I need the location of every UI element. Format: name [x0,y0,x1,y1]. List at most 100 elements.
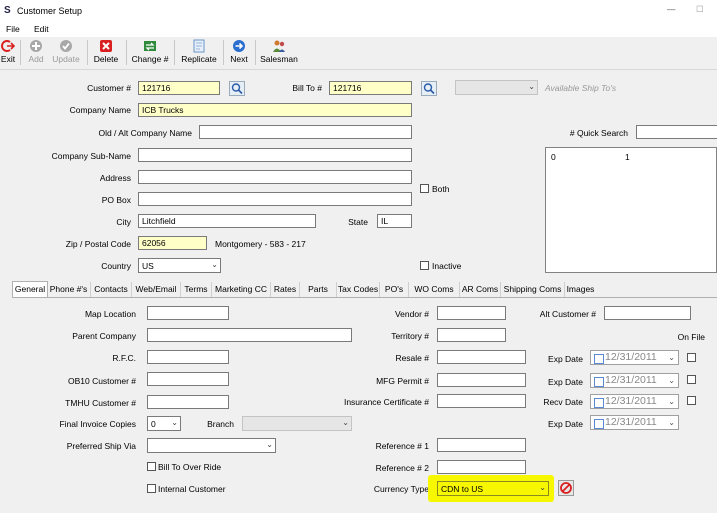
city-field[interactable]: Litchfield [138,214,316,228]
bill-to-field[interactable]: 121716 [329,81,412,95]
tab-wo-coms[interactable]: WO Coms [409,282,460,297]
branch-dropdown[interactable]: ⌄ [242,416,352,431]
date-checkbox[interactable] [594,377,604,387]
rfc-field[interactable] [147,350,229,364]
mfg-permit-field[interactable] [437,373,526,387]
tab-contacts[interactable]: Contacts [91,282,132,297]
tab-images[interactable]: Images [565,282,596,297]
company-sub-name-field[interactable] [138,148,412,162]
tab-marketing-cc[interactable]: Marketing CC [212,282,271,297]
mfg-permit-label: MFG Permit # [376,376,429,386]
tab-rates[interactable]: Rates [271,282,300,297]
tab-parts[interactable]: Parts [300,282,337,297]
exit-button[interactable]: Exit [0,37,16,68]
next-button[interactable]: Next [228,37,250,68]
reference-1-field[interactable] [437,438,526,452]
insurance-recv-date-label: Recv Date [543,397,583,407]
quick-search-field[interactable] [636,125,717,139]
mfg-exp-date-picker[interactable]: 12/31/2011 ⌄ [590,373,679,388]
tab-ar-coms[interactable]: AR Coms [460,282,501,297]
ob10-field[interactable] [147,372,229,386]
tab-tax-codes[interactable]: Tax Codes [337,282,380,297]
mfg-on-file-checkbox[interactable] [687,375,696,384]
resale-exp-date-picker[interactable]: 12/31/2011 ⌄ [590,350,679,365]
menu-edit[interactable]: Edit [34,24,49,34]
both-label: Both [432,184,450,194]
insurance-exp-date-picker[interactable]: 12/31/2011 ⌄ [590,415,679,430]
resale-field[interactable] [437,350,526,364]
reference-2-label: Reference # 2 [375,463,429,473]
chevron-down-icon: ⌄ [668,376,675,385]
resale-on-file-checkbox[interactable] [687,353,696,362]
change-number-button[interactable]: Change # [130,37,170,68]
chevron-down-icon: ⌄ [668,353,675,362]
inactive-label: Inactive [432,261,462,271]
date-checkbox[interactable] [594,354,604,364]
alt-customer-field[interactable] [604,306,691,320]
inactive-checkbox[interactable] [420,261,429,270]
maximize-button[interactable]: ☐ [696,4,704,15]
insurance-exp-date-value: 12/31/2011 [605,416,657,428]
zip-field[interactable]: 62056 [138,236,207,250]
replicate-label: Replicate [181,54,217,64]
insurance-recv-date-picker[interactable]: 12/31/2011 ⌄ [590,394,679,409]
parent-company-field[interactable] [147,328,352,342]
preferred-ship-via-dropdown[interactable]: ⌄ [147,438,276,453]
map-location-field[interactable] [147,306,229,320]
company-name-field[interactable]: ICB Trucks [138,103,412,117]
add-icon [30,40,42,52]
vendor-field[interactable] [437,306,506,320]
currency-type-dropdown[interactable]: CDN to US ⌄ [437,481,549,496]
bill-to-search-button[interactable] [421,81,437,96]
update-button[interactable]: Update [51,37,81,68]
on-file-label: On File [677,332,705,342]
tab-shipping-coms[interactable]: Shipping Coms [501,282,565,297]
change-number-icon [144,41,156,51]
tab-general[interactable]: General [12,281,48,298]
insurance-on-file-checkbox[interactable] [687,396,696,405]
replicate-button[interactable]: Replicate [179,37,219,68]
state-label: State [348,217,368,227]
po-box-field[interactable] [138,192,412,206]
address-label: Address [99,173,131,183]
date-checkbox[interactable] [594,398,604,408]
tab-terms[interactable]: Terms [181,282,212,297]
chevron-down-icon: ⌄ [266,440,273,449]
state-field[interactable]: IL [377,214,412,228]
salesman-button[interactable]: Salesman [259,37,299,68]
territory-field[interactable] [437,328,506,342]
minimize-button[interactable]: — [667,4,676,14]
menu-file[interactable]: File [6,24,20,34]
toolbar-separator [174,40,175,65]
next-arrow-icon [233,40,245,52]
delete-button[interactable]: Delete [92,37,120,68]
rfc-label: R.F.C. [112,353,136,363]
menu-bar: File Edit [0,22,717,37]
both-checkbox[interactable] [420,184,429,193]
clear-currency-button[interactable] [558,480,574,496]
old-alt-company-field[interactable] [199,125,412,139]
tab-phone-numbers[interactable]: Phone #'s [47,282,91,297]
map-location-label: Map Location [84,309,136,319]
date-checkbox[interactable] [594,419,604,429]
ship-to-dropdown[interactable]: ⌄ [455,80,538,95]
reference-2-field[interactable] [437,460,526,474]
list-column-header: 1 [625,152,630,162]
customer-search-button[interactable] [229,81,245,96]
bill-to-override-checkbox[interactable] [147,462,156,471]
tab-pos[interactable]: PO's [380,282,409,297]
tab-web-email[interactable]: Web/Email [132,282,181,297]
chevron-down-icon: ⌄ [539,483,546,492]
insurance-certificate-field[interactable] [437,394,526,408]
delete-label: Delete [93,54,119,64]
address-field[interactable] [138,170,412,184]
company-sub-name-label: Company Sub-Name [51,151,131,161]
internal-customer-checkbox[interactable] [147,484,156,493]
country-dropdown[interactable]: US ⌄ [138,258,221,273]
final-invoice-copies-dropdown[interactable]: 0 ⌄ [147,416,181,431]
add-button[interactable]: Add [25,37,47,68]
customer-number-field[interactable]: 121716 [138,81,220,95]
tmhu-field[interactable] [147,395,229,409]
company-name-label: Company Name [69,105,131,115]
quick-search-results-list[interactable]: 0 1 [545,147,717,273]
